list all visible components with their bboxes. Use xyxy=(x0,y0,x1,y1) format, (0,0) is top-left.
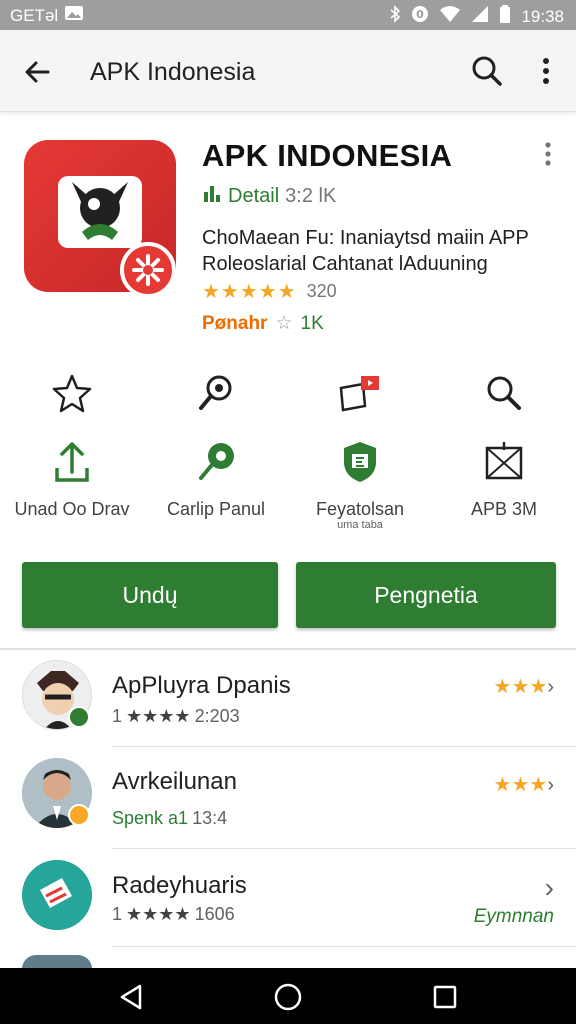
verified-badge-icon xyxy=(68,706,90,728)
developer-count: 1K xyxy=(300,312,324,334)
action-label[interactable]: Carlip Panul xyxy=(167,499,265,519)
chevron-right-icon: › xyxy=(547,774,554,796)
bluetooth-icon xyxy=(389,5,401,28)
overflow-menu-icon[interactable] xyxy=(528,52,564,90)
avatar xyxy=(22,860,92,930)
status-bar: GETəl 0 19:38 xyxy=(0,0,576,30)
image-frame-icon[interactable] xyxy=(483,440,525,489)
search-icon[interactable] xyxy=(483,372,525,419)
back-nav-icon[interactable] xyxy=(116,982,146,1012)
clock-label: 19:38 xyxy=(521,6,564,26)
chevron-right-icon: › xyxy=(547,676,554,698)
app-title: APK INDONESIA xyxy=(202,138,453,173)
list-item-sub-prefix: 1 xyxy=(112,904,123,924)
avatar xyxy=(22,955,92,969)
rating-stars: ★★★★★ xyxy=(202,281,297,303)
description-line-1: ChoMaean Fu: Inaniaytsd maiin APP xyxy=(202,227,529,249)
detail-label: Detail xyxy=(228,184,280,207)
svg-text:0: 0 xyxy=(417,8,425,21)
action-sublabel: uma taba xyxy=(337,519,383,531)
app-badge-icon xyxy=(120,242,176,298)
app-icon xyxy=(24,140,176,298)
list-item-sub-value: 13:4 xyxy=(192,808,228,828)
recents-nav-icon[interactable] xyxy=(430,982,460,1012)
list-item-title: ApPluyra Dpanis xyxy=(112,672,291,699)
list-item-sub-prefix: Spenk a1 xyxy=(112,808,189,828)
action-row-top xyxy=(0,372,576,419)
action-label[interactable]: Feyatolsan xyxy=(316,499,404,519)
action-label[interactable]: APB 3M xyxy=(471,499,537,519)
list-item-sub-value: 2:203 xyxy=(194,706,240,726)
list-item[interactable]: Radeyhuaris 1 ★★★★ 1606 › Eymnnan xyxy=(0,856,576,956)
list-item-stars: ★★★★ xyxy=(126,706,191,726)
wifi-icon xyxy=(439,5,461,28)
list-item-rating: ★★★› xyxy=(494,772,554,797)
image-notification-icon xyxy=(64,5,84,26)
list-item-sub-prefix: 1 xyxy=(112,706,123,726)
list-divider xyxy=(112,848,576,849)
action-cell[interactable] xyxy=(144,372,288,419)
action-cell[interactable]: Feyatolsan uma taba xyxy=(288,440,432,531)
pin-icon[interactable] xyxy=(195,440,237,489)
action-cell[interactable] xyxy=(432,372,576,419)
info-button[interactable]: Pengnetia xyxy=(296,562,556,628)
action-cell[interactable]: APB 3M xyxy=(432,440,576,531)
signal-icon xyxy=(471,5,489,28)
section-divider xyxy=(0,648,576,650)
list-item[interactable]: Avrkeilunan Spenk a1 13:4 ★★★› xyxy=(0,754,576,854)
search-icon[interactable] xyxy=(468,52,506,90)
action-label[interactable]: Unad Oo Drav xyxy=(14,499,129,519)
list-item-sub-value: 1606 xyxy=(194,904,235,924)
developer-name[interactable]: Pønahr xyxy=(202,313,267,335)
bar-chart-icon xyxy=(202,183,222,209)
shield-icon[interactable] xyxy=(339,440,381,489)
list-item[interactable]: ApPluyra Dpanis 1 ★★★★ 2:203 ★★★› xyxy=(0,656,576,756)
list-item-subtitle: 1 ★★★★ 2:203 xyxy=(112,706,240,727)
detail-value: 3:2 lK xyxy=(285,184,337,207)
action-cell[interactable]: Unad Oo Drav xyxy=(0,440,144,531)
search-pin-icon[interactable] xyxy=(195,372,237,419)
detail-row: Detail 3:2 lK xyxy=(202,183,336,209)
list-item-right-label: Eymnnan xyxy=(473,906,554,927)
chevron-right-icon[interactable]: › xyxy=(545,872,554,904)
upload-icon[interactable] xyxy=(51,440,93,489)
action-cell[interactable] xyxy=(288,372,432,419)
star-outline-icon[interactable] xyxy=(51,372,93,419)
home-nav-icon[interactable] xyxy=(273,982,303,1012)
developer-row[interactable]: Pønahr ☆ 1K xyxy=(202,312,324,335)
list-item-stars: ★★★★ xyxy=(126,904,191,924)
rating-row: ★★★★★ 320 xyxy=(202,279,337,304)
system-nav-bar xyxy=(0,968,576,1024)
action-row-bottom: Unad Oo Drav Carlip Panul Feyatolsan uma… xyxy=(0,440,576,531)
action-cell[interactable] xyxy=(0,372,144,419)
app-description: ChoMaean Fu: Inaniaytsd maiin APP Roleos… xyxy=(202,225,552,277)
app-logo-inner xyxy=(58,176,142,248)
list-divider xyxy=(112,946,576,947)
list-item-rating-stars: ★★★ xyxy=(493,774,548,796)
carrier-label: GETəl xyxy=(10,5,59,25)
toolbar-title: APK Indonesia xyxy=(90,58,256,86)
reward-badge-icon xyxy=(68,804,90,826)
action-cell[interactable]: Carlip Panul xyxy=(144,440,288,531)
download-button[interactable]: Undų xyxy=(22,562,278,628)
back-arrow-icon[interactable] xyxy=(18,52,58,92)
list-divider xyxy=(112,746,576,747)
app-toolbar: APK Indonesia xyxy=(0,30,576,112)
app-overflow-icon[interactable] xyxy=(538,140,558,170)
list-item-title: Radeyhuaris xyxy=(112,872,247,899)
description-line-2: Roleoslarial Cahtanat lAduuning xyxy=(202,253,488,275)
rating-count: 320 xyxy=(306,281,337,301)
list-item-title: Avrkeilunan xyxy=(112,768,237,795)
data-saver-icon: 0 xyxy=(411,5,429,28)
list-item-subtitle: 1 ★★★★ 1606 xyxy=(112,904,235,925)
developer-star-icon: ☆ xyxy=(275,313,293,334)
list-item-rating-stars: ★★★ xyxy=(493,676,548,698)
list-item-subtitle: Spenk a1 13:4 xyxy=(112,808,227,829)
flag-card-icon[interactable] xyxy=(337,372,383,419)
list-item-rating: ★★★› xyxy=(494,674,554,699)
battery-icon xyxy=(499,5,511,28)
